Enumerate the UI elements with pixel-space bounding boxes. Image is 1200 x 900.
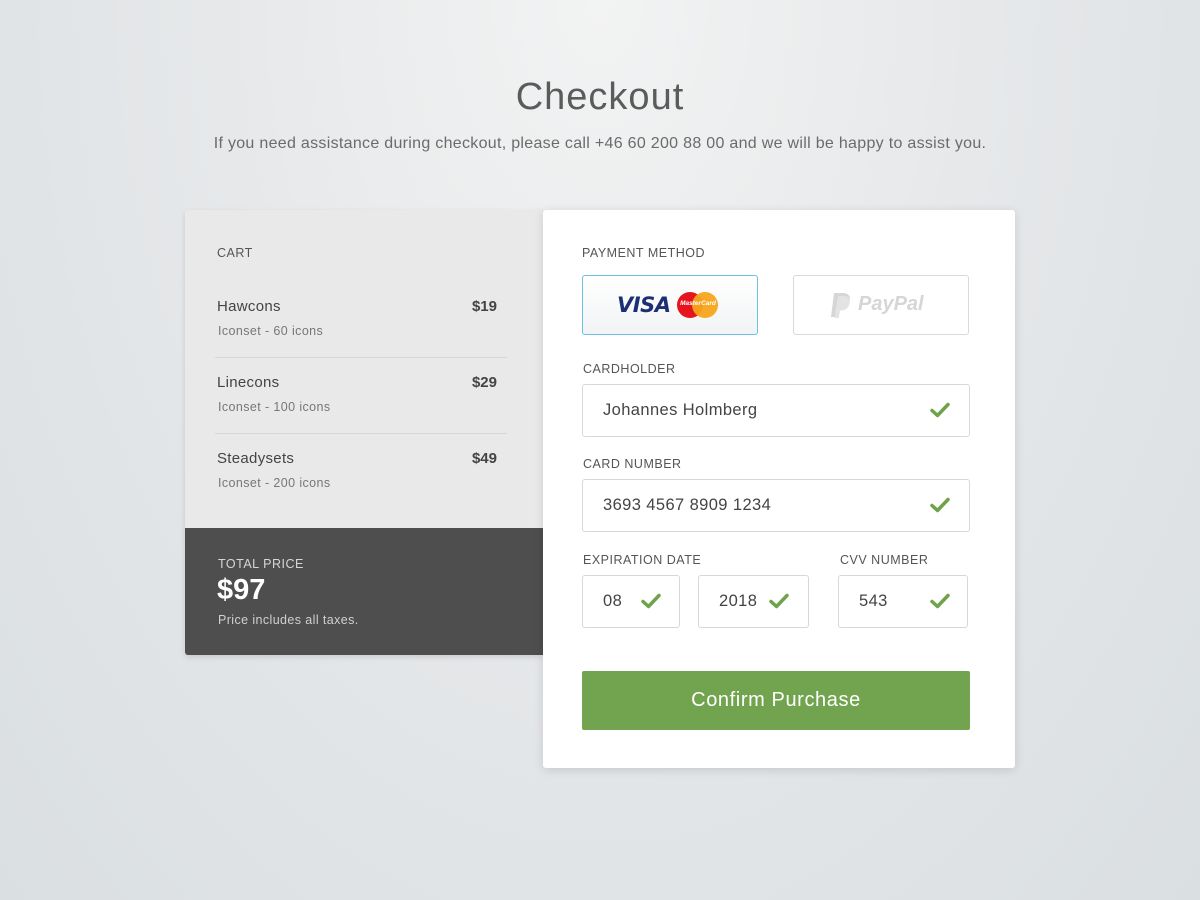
expiration-month-input[interactable] — [583, 576, 638, 627]
mastercard-icon: MasterCard — [677, 292, 719, 318]
cvv-field — [838, 575, 968, 628]
payment-option-paypal[interactable]: PayPal — [793, 275, 969, 335]
cvv-input[interactable] — [839, 576, 919, 627]
check-icon — [930, 497, 950, 513]
cart-item: Linecons Iconset - 100 icons $29 — [215, 358, 507, 434]
cart-list: Hawcons Iconset - 60 icons $19 Linecons … — [215, 282, 507, 509]
payment-method-label: PAYMENT METHOD — [582, 246, 705, 260]
expiration-year-input[interactable] — [699, 576, 767, 627]
cardholder-input[interactable] — [583, 385, 913, 436]
cvv-label: CVV NUMBER — [840, 553, 929, 567]
cart-item-description: Iconset - 200 icons — [218, 476, 331, 490]
cart-label: CART — [217, 246, 253, 260]
total-price-label: TOTAL PRICE — [218, 557, 304, 571]
card-number-label: CARD NUMBER — [583, 457, 682, 471]
visa-logo: VISA — [617, 293, 671, 317]
payment-panel: PAYMENT METHOD VISA MasterCard PayPal CA… — [543, 210, 1015, 768]
card-number-field — [582, 479, 970, 532]
check-icon — [641, 593, 661, 609]
paypal-icon — [831, 293, 850, 318]
expiration-year-field — [698, 575, 809, 628]
cart-item-price: $19 — [471, 298, 497, 315]
paypal-label: PayPal — [858, 293, 924, 315]
cardholder-label: CARDHOLDER — [583, 362, 676, 376]
cart-item-name: Linecons — [217, 374, 280, 391]
cart-item-description: Iconset - 100 icons — [218, 400, 331, 414]
cart-item-description: Iconset - 60 icons — [218, 324, 324, 338]
confirm-purchase-button[interactable]: Confirm Purchase — [582, 671, 970, 730]
cart-item-price: $29 — [471, 374, 497, 391]
cardholder-field — [582, 384, 970, 437]
check-icon — [930, 593, 950, 609]
expiration-month-field — [582, 575, 680, 628]
page-title: Checkout — [515, 76, 685, 118]
check-icon — [930, 402, 950, 418]
cart-panel: CART Hawcons Iconset - 60 icons $19 Line… — [185, 210, 543, 655]
page-subtitle: If you need assistance during checkout, … — [213, 135, 987, 152]
cart-item-price: $49 — [471, 450, 497, 467]
cart-item: Hawcons Iconset - 60 icons $19 — [215, 282, 507, 358]
cart-total: TOTAL PRICE $97 Price includes all taxes… — [185, 528, 543, 655]
cart-item-name: Steadysets — [217, 450, 295, 467]
check-icon — [769, 593, 789, 609]
payment-option-card[interactable]: VISA MasterCard — [582, 275, 758, 335]
expiration-date-label: EXPIRATION DATE — [583, 553, 702, 567]
total-price-value: $97 — [217, 574, 266, 606]
cart-item-name: Hawcons — [217, 298, 281, 315]
cart-item: Steadysets Iconset - 200 icons $49 — [215, 434, 507, 509]
total-price-note: Price includes all taxes. — [218, 613, 359, 627]
card-number-input[interactable] — [583, 480, 913, 531]
